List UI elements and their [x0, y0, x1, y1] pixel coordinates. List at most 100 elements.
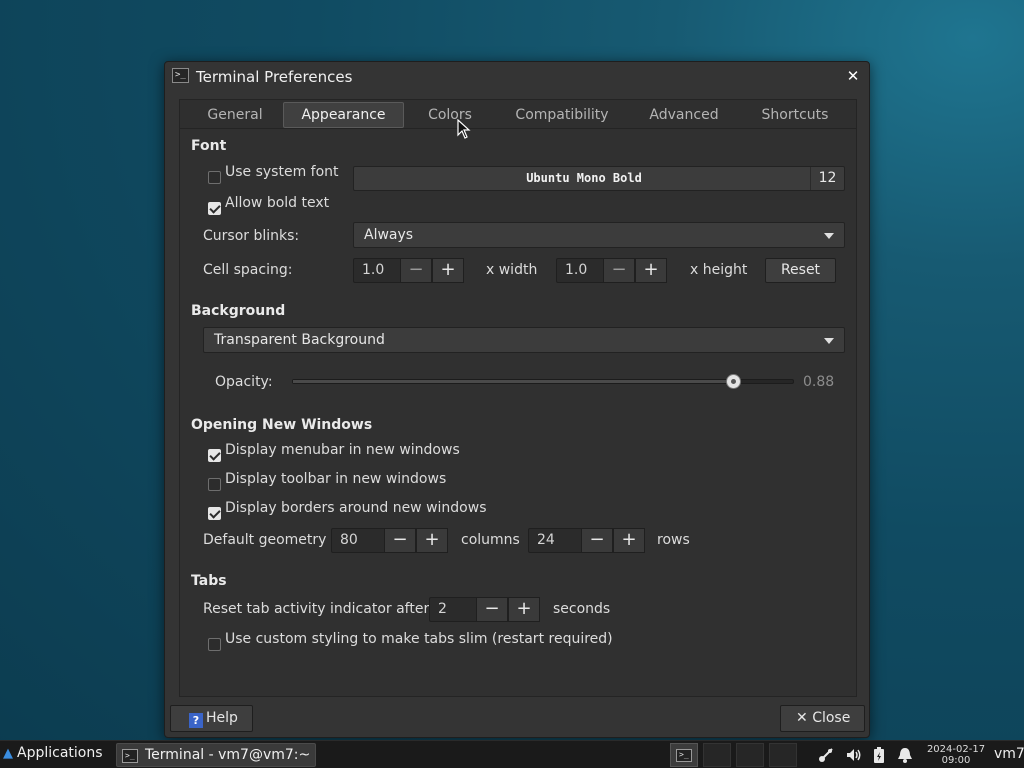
minus-icon[interactable]: − [581, 528, 613, 553]
display-toolbar-label[interactable]: Display toolbar in new windows [225, 471, 446, 487]
columns-spinner[interactable]: 80 − + [331, 528, 448, 553]
plus-icon[interactable]: + [432, 258, 464, 283]
plus-icon[interactable]: + [416, 528, 448, 553]
plus-icon[interactable]: + [613, 528, 645, 553]
minus-icon[interactable]: − [400, 258, 432, 283]
clock-date: 2024-02-17 [926, 744, 986, 755]
plus-icon[interactable]: + [635, 258, 667, 283]
tab-general[interactable]: General [200, 102, 270, 128]
cursor-blinks-dropdown[interactable]: Always [353, 222, 845, 248]
width-suffix: x width [486, 262, 538, 278]
new-windows-section-title: Opening New Windows [191, 417, 373, 433]
tab-appearance[interactable]: Appearance [283, 102, 404, 128]
font-section-title: Font [191, 138, 227, 154]
opacity-value: 0.88 [803, 374, 835, 390]
opacity-slider[interactable] [292, 374, 794, 389]
tab-advanced[interactable]: Advanced [638, 102, 730, 128]
close-icon: ✕ [796, 710, 808, 726]
rows-spinner[interactable]: 24 − + [528, 528, 645, 553]
cell-height-value[interactable]: 1.0 [565, 262, 587, 278]
cell-width-spinner[interactable]: 1.0 − + [353, 258, 464, 283]
height-suffix: x height [690, 262, 748, 278]
taskbar-terminal-task[interactable]: >_ Terminal - vm7@vm7:~ [116, 743, 316, 767]
opacity-label: Opacity: [215, 374, 273, 390]
close-button[interactable]: ✕ Close [780, 705, 865, 732]
opacity-slider-handle[interactable] [726, 374, 741, 389]
minus-icon[interactable]: − [384, 528, 416, 553]
clock-time: 09:00 [941, 755, 971, 766]
display-borders-checkbox[interactable] [208, 507, 221, 520]
minus-icon[interactable]: − [603, 258, 635, 283]
allow-bold-label[interactable]: Allow bold text [225, 195, 329, 211]
columns-value[interactable]: 80 [340, 532, 358, 548]
mouse-pointer-icon [457, 119, 471, 139]
cell-height-spinner[interactable]: 1.0 − + [556, 258, 667, 283]
terminal-icon: >_ [122, 749, 138, 763]
close-icon[interactable]: ✕ [843, 66, 863, 86]
taskbar: ▲ Applications >_ Terminal - vm7@vm7:~ >_… [0, 740, 1024, 768]
terminal-icon: >_ [676, 749, 692, 762]
close-button-label: Close [812, 710, 851, 726]
slim-tabs-checkbox[interactable] [208, 638, 221, 651]
clock[interactable]: 2024-02-17 09:00 [924, 744, 988, 766]
display-menubar-label[interactable]: Display menubar in new windows [225, 442, 460, 458]
reset-indicator-spinner[interactable]: 2 − + [429, 597, 540, 622]
font-chooser-button[interactable]: Ubuntu Mono Bold 12 [353, 166, 845, 191]
display-menubar-checkbox[interactable] [208, 449, 221, 462]
preferences-dialog: >_ Terminal Preferences ✕ General Appear… [164, 61, 870, 738]
chevron-down-icon [824, 233, 834, 239]
help-icon: ? [189, 713, 203, 728]
background-mode-value: Transparent Background [214, 332, 385, 348]
minus-icon[interactable]: − [476, 597, 508, 622]
reset-indicator-label: Reset tab activity indicator after [203, 601, 430, 617]
user-menu[interactable]: vm7 [994, 746, 1024, 762]
tab-bar: General Appearance Colors Compatibility … [179, 99, 857, 129]
display-toolbar-checkbox[interactable] [208, 478, 221, 491]
workspace-1[interactable]: >_ [670, 743, 698, 767]
background-section-title: Background [191, 303, 286, 319]
tab-compatibility[interactable]: Compatibility [502, 102, 622, 128]
rows-value[interactable]: 24 [537, 532, 555, 548]
cell-spacing-label: Cell spacing: [203, 262, 293, 278]
cursor-blinks-label: Cursor blinks: [203, 228, 300, 244]
tabs-section-title: Tabs [191, 573, 227, 589]
help-button[interactable]: ? Help [170, 705, 253, 732]
columns-suffix: columns [461, 532, 520, 548]
rows-suffix: rows [657, 532, 690, 548]
title-bar[interactable]: >_ Terminal Preferences ✕ [165, 62, 869, 94]
cell-width-value[interactable]: 1.0 [362, 262, 384, 278]
workspace-3[interactable] [736, 743, 764, 767]
task-label: Terminal - vm7@vm7:~ [145, 747, 311, 763]
tab-shortcuts[interactable]: Shortcuts [748, 102, 842, 128]
applications-label: Applications [17, 745, 103, 761]
battery-icon[interactable] [872, 746, 886, 768]
workspace-2[interactable] [703, 743, 731, 767]
workspace-4[interactable] [769, 743, 797, 767]
font-size: 12 [810, 167, 844, 190]
reset-button[interactable]: Reset [765, 258, 836, 283]
opacity-slider-fill [293, 380, 733, 383]
reset-indicator-value[interactable]: 2 [438, 601, 447, 617]
bell-icon[interactable] [897, 746, 913, 768]
app-logo-icon: ▲ [3, 746, 13, 761]
background-mode-dropdown[interactable]: Transparent Background [203, 327, 845, 353]
slim-tabs-label[interactable]: Use custom styling to make tabs slim (re… [225, 631, 613, 647]
chevron-down-icon [824, 338, 834, 344]
help-button-label: Help [206, 710, 238, 726]
seconds-suffix: seconds [553, 601, 611, 617]
use-system-font-label[interactable]: Use system font [225, 164, 339, 180]
volume-icon[interactable] [845, 746, 863, 768]
tab-colors[interactable]: Colors [420, 102, 480, 128]
allow-bold-checkbox[interactable] [208, 202, 221, 215]
terminal-icon: >_ [172, 68, 189, 83]
cursor-blinks-value: Always [364, 227, 414, 243]
font-name: Ubuntu Mono Bold [526, 171, 642, 185]
window-title: Terminal Preferences [196, 68, 353, 86]
display-borders-label[interactable]: Display borders around new windows [225, 500, 487, 516]
appearance-panel: Font Use system font Ubuntu Mono Bold 12… [179, 128, 857, 697]
plus-icon[interactable]: + [508, 597, 540, 622]
network-icon[interactable] [817, 746, 835, 768]
default-geometry-label: Default geometry [203, 532, 327, 548]
applications-menu[interactable]: ▲ Applications [3, 745, 103, 761]
use-system-font-checkbox[interactable] [208, 171, 221, 184]
